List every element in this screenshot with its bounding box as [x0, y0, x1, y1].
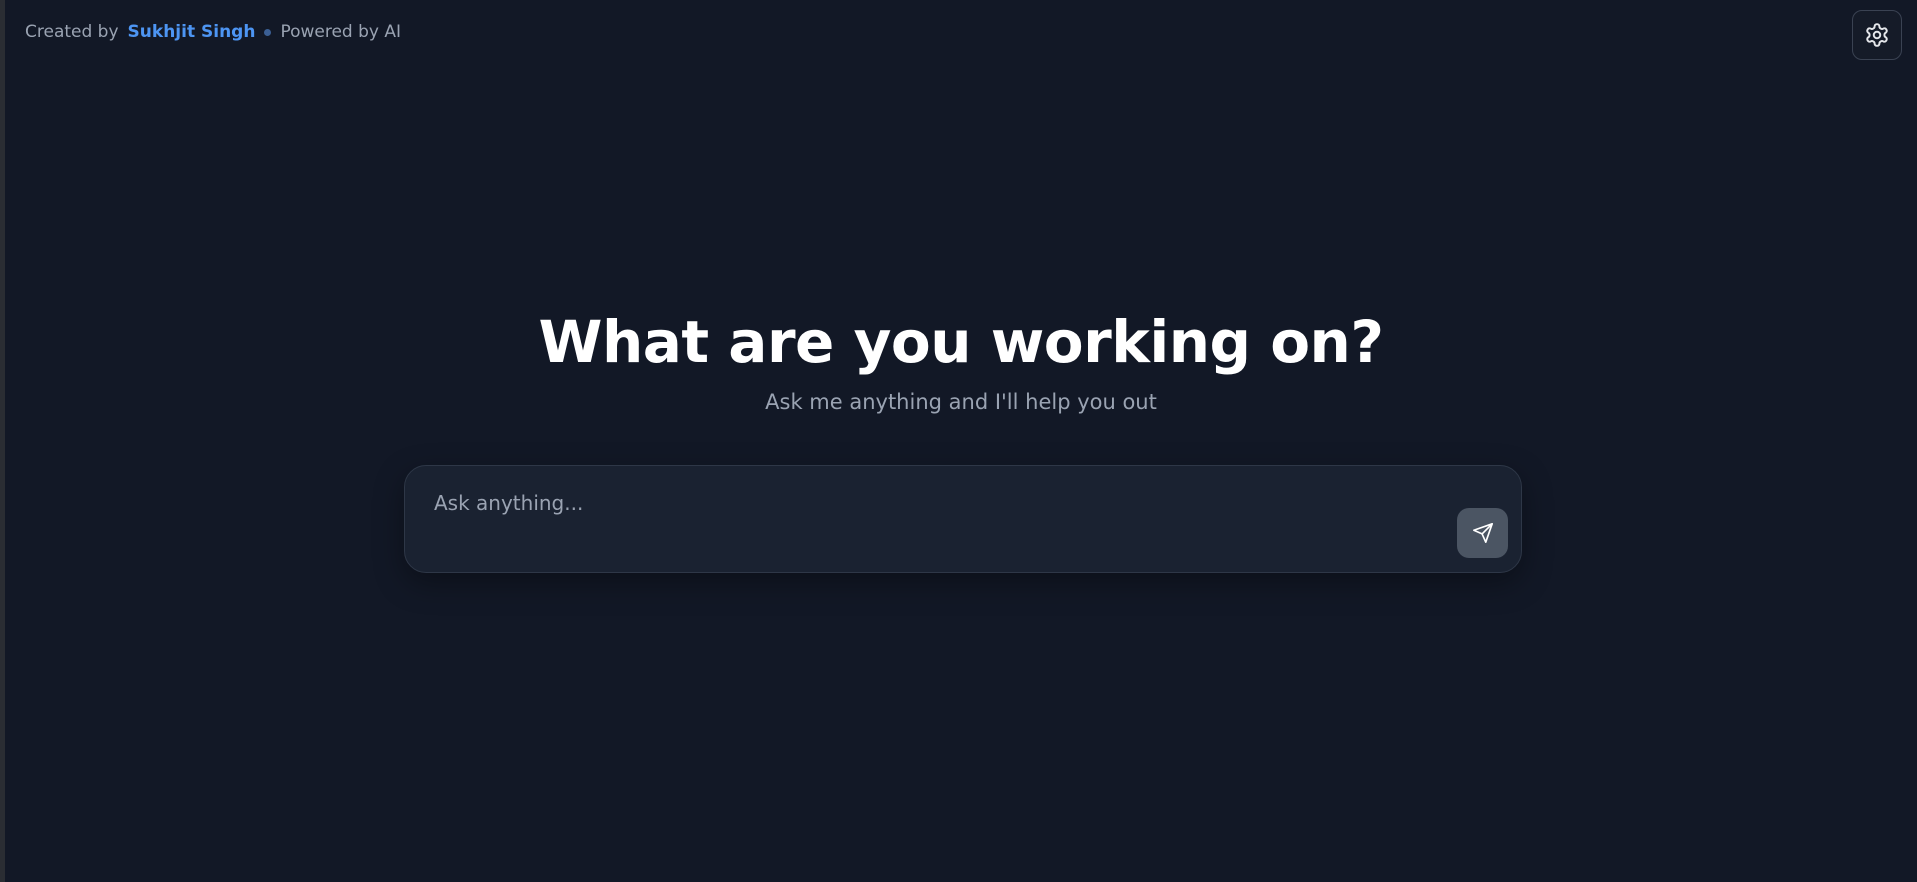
created-by-label: Created by [25, 22, 119, 42]
send-icon [1472, 523, 1493, 543]
separator-dot [264, 28, 272, 36]
prompt-input[interactable] [432, 482, 1446, 524]
powered-by-label: Powered by AI [280, 22, 402, 42]
gear-icon [1866, 23, 1888, 47]
hero-section: What are you working on? Ask me anything… [5, 300, 1917, 414]
credit-bar: Created by Sukhjit Singh Powered by AI [25, 22, 401, 42]
page-title: What are you working on? [538, 308, 1384, 376]
prompt-box [404, 465, 1522, 573]
page-subtitle: Ask me anything and I'll help you out [765, 390, 1157, 414]
author-link[interactable]: Sukhjit Singh [128, 22, 256, 42]
send-button[interactable] [1457, 508, 1508, 558]
settings-button[interactable] [1852, 10, 1902, 60]
app-window: Created by Sukhjit Singh Powered by AI W… [5, 0, 1917, 882]
